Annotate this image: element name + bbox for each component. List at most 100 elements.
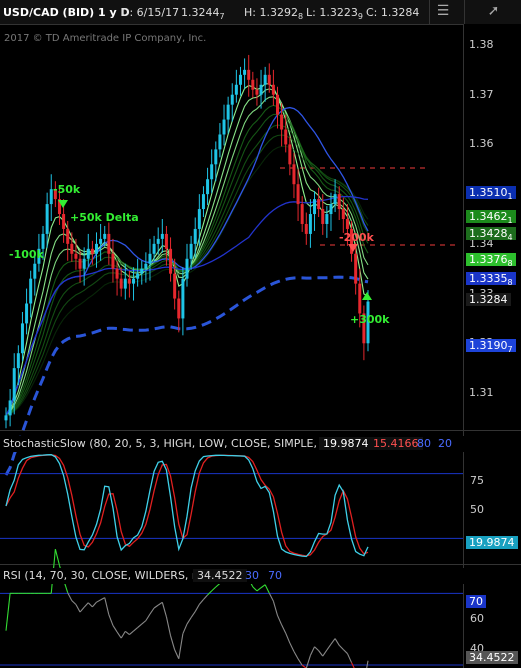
candle-body — [288, 144, 292, 165]
candle-body — [181, 278, 185, 319]
delta-annotation: -200k — [339, 231, 374, 244]
candle-body — [354, 253, 358, 284]
candle-body — [90, 248, 94, 254]
candle-body — [358, 283, 362, 314]
candle-body — [284, 129, 288, 145]
delta-annotation: +300k — [350, 313, 390, 326]
candle-body — [119, 278, 123, 289]
candle-body — [169, 248, 173, 274]
rsi-level-30: 30 — [245, 569, 259, 582]
candle-body — [160, 233, 164, 239]
price-tag: 1.35101 — [466, 186, 516, 201]
candle-body — [189, 243, 193, 259]
expand-icon[interactable]: ➚ — [464, 0, 521, 24]
candle-body — [234, 84, 238, 95]
candle-body — [123, 278, 127, 289]
delta-annotation: +50k Delta — [70, 211, 139, 224]
candle-body — [107, 233, 111, 254]
candle-body — [173, 273, 177, 299]
candle-body — [259, 84, 263, 95]
delta-annotation: -50k — [53, 183, 81, 196]
candle-body — [16, 353, 20, 369]
candle-body — [329, 204, 333, 215]
candle-body — [197, 209, 201, 229]
candle-body — [214, 149, 218, 165]
stochastic-os-value: 20 — [438, 437, 452, 450]
candle-body — [255, 89, 259, 95]
price-tag: 1.34284 — [466, 227, 516, 242]
candle-body — [177, 298, 181, 319]
candle-body — [62, 214, 66, 229]
stochastic-d-value: 15.4166 — [369, 437, 423, 450]
symbol-label[interactable]: USD/CAD (BID) 1 y D — [3, 6, 130, 19]
candle-body — [243, 69, 247, 75]
candle-body — [280, 114, 284, 130]
candle-body — [206, 179, 210, 195]
candle-body — [8, 400, 12, 416]
chart-header: USD/CAD (BID) 1 y D D: 6/15/17 1.32447 H… — [0, 0, 464, 25]
date-label: D: 6/15/17 — [121, 6, 180, 19]
price-tag: 1.3284 — [466, 293, 511, 306]
stoch-tick-75: 75 — [470, 474, 484, 487]
candle-body — [292, 164, 296, 185]
low-label: L: 1.32239 — [306, 6, 363, 22]
candle-body — [33, 263, 37, 279]
stoch-tick-50: 50 — [470, 503, 484, 516]
candle-body — [164, 233, 168, 249]
rsi-header: RSI (14, 70, 30, CLOSE, WILDERS, no) 34.… — [0, 568, 464, 584]
candle-body — [95, 243, 98, 254]
rsi-level-70: 70 — [268, 569, 282, 582]
candle-body — [333, 194, 337, 205]
candle-body — [271, 84, 275, 95]
candle-body — [345, 219, 349, 229]
candle-body — [12, 368, 16, 401]
delta-annotation: -100k — [9, 248, 44, 261]
candle-body — [276, 94, 279, 115]
candle-body — [152, 243, 156, 254]
candle-body — [296, 184, 300, 205]
candle-body — [103, 233, 107, 239]
stochastic-ob-value: 80 — [417, 437, 431, 450]
candle-body — [4, 415, 8, 421]
candle-body — [337, 194, 341, 210]
rsi-title[interactable]: RSI (14, 70, 30, CLOSE, WILDERS, no) — [3, 569, 210, 582]
candle-body — [20, 323, 24, 354]
open-label: 1.32447 — [181, 6, 225, 22]
candle-body — [70, 243, 74, 254]
candle-body — [144, 263, 148, 269]
candle-body — [308, 214, 312, 234]
candle-body — [226, 104, 230, 120]
candle-body — [317, 199, 321, 210]
stochastic-value-tag: 19.9874 — [466, 536, 518, 549]
candle-body — [78, 258, 82, 269]
price-tag: 1.33358 — [466, 272, 516, 287]
price-tick-label: 1.36 — [469, 137, 494, 151]
candle-body — [210, 164, 214, 180]
close-label: C: 1.3284 — [366, 6, 420, 19]
menu-icon[interactable]: ☰ — [429, 0, 456, 24]
candle-body — [222, 119, 226, 135]
candle-body — [201, 194, 205, 210]
candle-body — [25, 303, 29, 324]
candle-body — [111, 253, 115, 269]
candle-body — [86, 248, 90, 259]
high-label: H: 1.32928 — [244, 6, 304, 22]
candle-body — [156, 238, 160, 244]
candle-body — [304, 223, 308, 234]
rsi-tick-60: 60 — [470, 612, 484, 625]
candle-body — [325, 214, 329, 224]
candle-body — [251, 79, 255, 90]
candle-body — [74, 253, 78, 259]
candle-body — [218, 134, 222, 150]
price-tag: 1.31907 — [466, 339, 516, 354]
price-tick-label: 1.37 — [469, 87, 494, 101]
price-tag: 1.34621 — [466, 210, 516, 225]
candle-body — [230, 94, 234, 105]
stochastic-title[interactable]: StochasticSlow (80, 20, 5, 3, HIGH, LOW,… — [3, 437, 340, 450]
candle-body — [313, 199, 317, 215]
candle-body — [82, 258, 86, 269]
candle-body — [267, 74, 271, 85]
candle-body — [193, 228, 197, 244]
rsi-value: 34.4522 — [193, 569, 247, 582]
price-tick-label: 1.38 — [469, 38, 494, 51]
